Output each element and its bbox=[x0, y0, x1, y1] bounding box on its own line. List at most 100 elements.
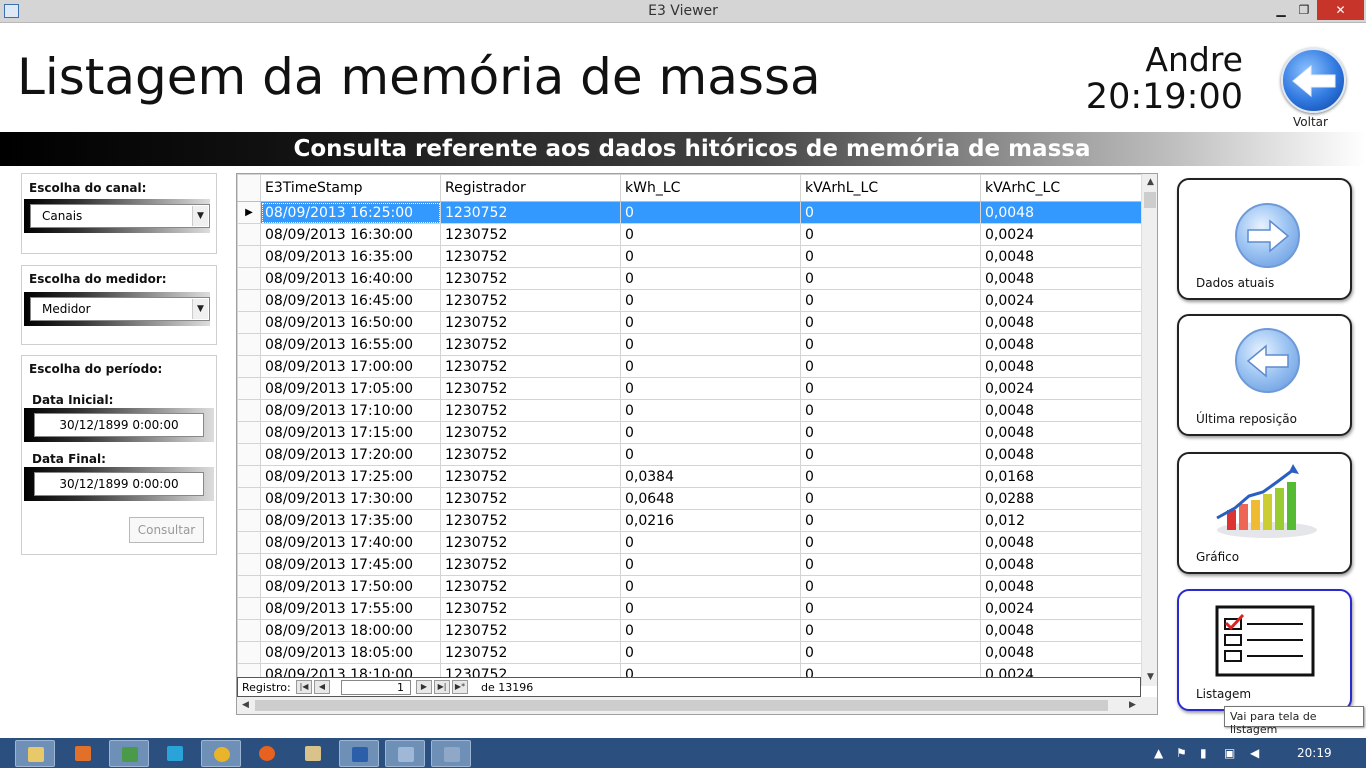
tools-icon[interactable] bbox=[293, 740, 333, 767]
table-row[interactable]: 08/09/2013 17:35:00 1230752 0,0216 0 0,012 bbox=[237, 509, 1142, 532]
table-cell[interactable]: 0,0024 bbox=[980, 377, 1142, 400]
table-cell[interactable]: 1230752 bbox=[440, 597, 621, 620]
chevron-down-icon[interactable]: ▼ bbox=[192, 206, 208, 226]
table-cell[interactable]: 1230752 bbox=[440, 311, 621, 334]
table-cell[interactable]: 0,0216 bbox=[620, 509, 801, 532]
table-cell[interactable]: 0 bbox=[800, 223, 981, 246]
table-row[interactable]: 08/09/2013 18:00:00 1230752 0 0 0,0048 bbox=[237, 619, 1142, 642]
table-cell[interactable]: 1230752 bbox=[440, 553, 621, 576]
firefox-icon[interactable] bbox=[247, 740, 287, 767]
table-cell[interactable]: 0 bbox=[620, 619, 801, 642]
table-row[interactable]: 08/09/2013 16:30:00 1230752 0 0 0,0024 bbox=[237, 223, 1142, 246]
table-cell[interactable]: 0 bbox=[800, 355, 981, 378]
row-selector[interactable] bbox=[237, 487, 261, 510]
table-row[interactable]: 08/09/2013 17:40:00 1230752 0 0 0,0048 bbox=[237, 531, 1142, 554]
table-cell[interactable]: 0 bbox=[620, 531, 801, 554]
row-selector[interactable] bbox=[237, 355, 261, 378]
row-selector-header[interactable] bbox=[237, 174, 261, 202]
chevron-down-icon[interactable]: ▼ bbox=[192, 299, 208, 319]
table-cell[interactable]: 0,0048 bbox=[980, 443, 1142, 466]
table-cell[interactable]: 08/09/2013 17:45:00 bbox=[260, 553, 441, 576]
medidor-combo[interactable]: Medidor ▼ bbox=[24, 292, 210, 326]
table-cell[interactable]: 08/09/2013 17:10:00 bbox=[260, 399, 441, 422]
table-cell[interactable]: 0 bbox=[620, 575, 801, 598]
row-selector[interactable] bbox=[237, 333, 261, 356]
column-header[interactable]: kWh_LC bbox=[620, 174, 801, 202]
table-cell[interactable]: 0 bbox=[800, 377, 981, 400]
flag-icon[interactable]: ⚑ bbox=[1176, 746, 1187, 760]
table-cell[interactable]: 1230752 bbox=[440, 245, 621, 268]
row-selector[interactable] bbox=[237, 465, 261, 488]
table-cell[interactable]: 08/09/2013 16:25:00 bbox=[260, 201, 441, 224]
table-cell[interactable]: 0 bbox=[800, 333, 981, 356]
last-record-button[interactable]: ▶| bbox=[434, 680, 450, 694]
volume-icon[interactable]: ◀ bbox=[1250, 746, 1259, 760]
table-cell[interactable]: 0 bbox=[800, 465, 981, 488]
close-button[interactable]: ✕ bbox=[1317, 0, 1364, 20]
table-cell[interactable]: 08/09/2013 17:15:00 bbox=[260, 421, 441, 444]
table-cell[interactable]: 0,0048 bbox=[980, 267, 1142, 290]
vertical-scrollbar[interactable]: ▲ ▼ bbox=[1141, 174, 1157, 686]
table-cell[interactable]: 0 bbox=[620, 267, 801, 290]
table-cell[interactable]: 08/09/2013 17:05:00 bbox=[260, 377, 441, 400]
table-cell[interactable]: 0 bbox=[800, 443, 981, 466]
scroll-left-icon[interactable]: ◀ bbox=[237, 697, 254, 714]
table-cell[interactable]: 0 bbox=[800, 245, 981, 268]
table-cell[interactable]: 0,0384 bbox=[620, 465, 801, 488]
table-cell[interactable]: 0 bbox=[620, 245, 801, 268]
next-record-button[interactable]: ▶ bbox=[416, 680, 432, 694]
column-header[interactable]: Registrador bbox=[440, 174, 621, 202]
table-cell[interactable]: 0 bbox=[620, 421, 801, 444]
table-row[interactable]: 08/09/2013 16:40:00 1230752 0 0 0,0048 bbox=[237, 267, 1142, 290]
table-cell[interactable]: 0,0024 bbox=[980, 289, 1142, 312]
table-cell[interactable]: 0 bbox=[800, 597, 981, 620]
scroll-right-icon[interactable]: ▶ bbox=[1124, 697, 1141, 714]
table-cell[interactable]: 08/09/2013 18:00:00 bbox=[260, 619, 441, 642]
dados-atuais-button[interactable]: Dados atuais bbox=[1177, 178, 1352, 300]
table-cell[interactable]: 1230752 bbox=[440, 641, 621, 664]
row-selector[interactable] bbox=[237, 377, 261, 400]
table-cell[interactable]: 1230752 bbox=[440, 487, 621, 510]
show-hidden-icon[interactable]: ▲ bbox=[1154, 746, 1163, 760]
table-cell[interactable]: 1230752 bbox=[440, 355, 621, 378]
data-grid[interactable]: E3TimeStamp Registrador kWh_LC kVArhL_LC… bbox=[236, 173, 1158, 715]
table-cell[interactable]: 0 bbox=[800, 619, 981, 642]
table-cell[interactable]: 08/09/2013 17:35:00 bbox=[260, 509, 441, 532]
table-cell[interactable]: 0 bbox=[620, 289, 801, 312]
table-row[interactable]: 08/09/2013 17:00:00 1230752 0 0 0,0048 bbox=[237, 355, 1142, 378]
row-selector[interactable] bbox=[237, 619, 261, 642]
table-cell[interactable]: 0,012 bbox=[980, 509, 1142, 532]
table-cell[interactable]: 08/09/2013 16:40:00 bbox=[260, 267, 441, 290]
column-header[interactable]: kVArhC_LC bbox=[980, 174, 1142, 202]
table-row[interactable]: 08/09/2013 17:10:00 1230752 0 0 0,0048 bbox=[237, 399, 1142, 422]
table-row[interactable]: 08/09/2013 16:50:00 1230752 0 0 0,0048 bbox=[237, 311, 1142, 334]
row-selector[interactable] bbox=[237, 553, 261, 576]
table-cell[interactable]: 08/09/2013 17:00:00 bbox=[260, 355, 441, 378]
table-cell[interactable]: 0 bbox=[620, 311, 801, 334]
row-selector[interactable] bbox=[237, 641, 261, 664]
explorer-icon[interactable] bbox=[15, 740, 55, 767]
table-row[interactable]: 08/09/2013 17:15:00 1230752 0 0 0,0048 bbox=[237, 421, 1142, 444]
table-cell[interactable]: 08/09/2013 17:50:00 bbox=[260, 575, 441, 598]
row-selector[interactable] bbox=[237, 245, 261, 268]
table-cell[interactable]: 0 bbox=[620, 223, 801, 246]
table-cell[interactable]: 0 bbox=[800, 487, 981, 510]
table-cell[interactable]: 1230752 bbox=[440, 333, 621, 356]
app-icon[interactable] bbox=[109, 740, 149, 767]
start-date-input[interactable]: 30/12/1899 0:00:00 bbox=[34, 413, 204, 437]
consultar-button[interactable]: Consultar bbox=[129, 517, 204, 543]
back-button[interactable] bbox=[1281, 48, 1346, 113]
table-cell[interactable]: 0,0024 bbox=[980, 223, 1142, 246]
table-cell[interactable]: 1230752 bbox=[440, 619, 621, 642]
table-cell[interactable]: 08/09/2013 18:05:00 bbox=[260, 641, 441, 664]
table-cell[interactable]: 0 bbox=[800, 553, 981, 576]
table-cell[interactable]: 1230752 bbox=[440, 509, 621, 532]
table-cell[interactable]: 08/09/2013 17:40:00 bbox=[260, 531, 441, 554]
table-cell[interactable]: 0,0048 bbox=[980, 421, 1142, 444]
table-cell[interactable]: 1230752 bbox=[440, 201, 621, 224]
table-cell[interactable]: 0,0048 bbox=[980, 201, 1142, 224]
table-cell[interactable]: 1230752 bbox=[440, 289, 621, 312]
row-selector[interactable] bbox=[237, 509, 261, 532]
table-row[interactable]: 08/09/2013 16:35:00 1230752 0 0 0,0048 bbox=[237, 245, 1142, 268]
table-row[interactable]: 08/09/2013 16:45:00 1230752 0 0 0,0024 bbox=[237, 289, 1142, 312]
